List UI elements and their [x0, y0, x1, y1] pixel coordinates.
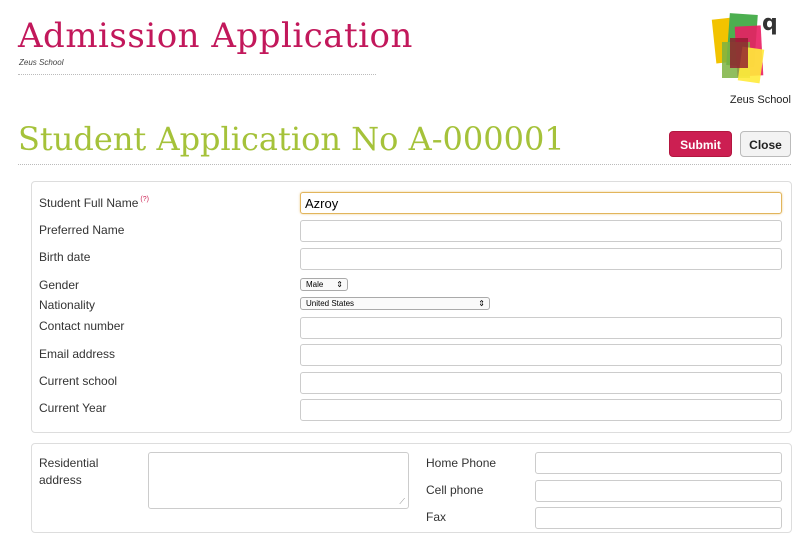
contact-number-input[interactable]: [300, 317, 782, 339]
logo-caption: Zeus School: [729, 94, 791, 106]
email-address-label: Email address: [39, 347, 116, 361]
fax-label: Fax: [426, 510, 447, 524]
current-school-input[interactable]: [300, 372, 782, 394]
title-divider: [18, 164, 791, 165]
home-phone-input[interactable]: [535, 452, 782, 474]
current-school-label: Current school: [39, 374, 118, 388]
current-year-label: Current Year: [39, 401, 107, 415]
gender-select[interactable]: Male ⇕: [300, 278, 348, 291]
birth-date-input[interactable]: [300, 248, 782, 270]
full-name-label-text: Student Full Name: [39, 196, 139, 210]
nationality-label: Nationality: [39, 298, 96, 312]
gender-select-value: Male: [306, 280, 324, 289]
nationality-select[interactable]: United States ⇕: [300, 297, 490, 310]
contact-number-label: Contact number: [39, 319, 125, 333]
cell-phone-input[interactable]: [535, 480, 782, 502]
residential-label-line2: address: [39, 473, 82, 487]
cell-phone-label: Cell phone: [426, 483, 484, 497]
resize-grip-icon[interactable]: ⟋: [399, 497, 405, 507]
svg-text:q: q: [762, 11, 778, 36]
preferred-name-input[interactable]: [300, 220, 782, 242]
residential-label-line1: Residential: [39, 456, 99, 470]
gender-label: Gender: [39, 278, 80, 292]
home-phone-label: Home Phone: [426, 456, 497, 470]
residential-address-textarea[interactable]: ⟋: [148, 452, 409, 509]
school-logo-icon: q: [711, 11, 778, 84]
header-divider: [18, 74, 376, 75]
residential-address-label: Residential address: [39, 456, 98, 487]
required-marker: (?): [140, 196, 149, 203]
full-name-input[interactable]: Azroy: [300, 192, 782, 214]
select-arrows-icon: ⇕: [336, 280, 343, 289]
select-arrows-icon: ⇕: [478, 299, 485, 308]
close-button[interactable]: Close: [740, 131, 791, 157]
fax-input[interactable]: [535, 507, 782, 529]
email-address-input[interactable]: [300, 344, 782, 366]
nationality-select-value: United States: [306, 299, 355, 308]
current-year-input[interactable]: [300, 399, 782, 421]
full-name-label: Student Full Name (?): [39, 196, 149, 210]
submit-button[interactable]: Submit: [669, 131, 732, 157]
school-subtitle: Zeus School: [19, 58, 64, 67]
birth-date-label: Birth date: [39, 250, 91, 264]
application-title: Student Application No A-000001: [18, 120, 565, 158]
page-title: Admission Application: [18, 16, 413, 56]
preferred-name-label: Preferred Name: [39, 223, 125, 237]
